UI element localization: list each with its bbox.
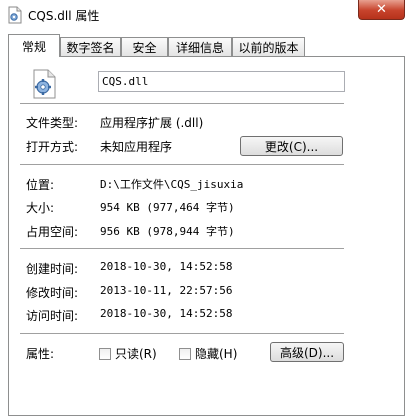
window-title: CQS.dll 属性 (28, 9, 100, 23)
dll-file-icon (8, 6, 22, 24)
separator (20, 164, 344, 166)
readonly-checkbox-box[interactable] (99, 347, 111, 360)
size-label: 大小: (26, 201, 55, 215)
open-with-value: 未知应用程序 (100, 140, 173, 154)
file-type-value: 应用程序扩展 (.dll) (100, 116, 204, 130)
file-name-input[interactable] (98, 71, 345, 92)
hidden-checkbox[interactable]: 隐藏(H) (179, 345, 237, 362)
created-value: 2018-10-30, 14:52:58 (100, 260, 233, 273)
size-on-disk-label: 占用空间: (26, 225, 79, 239)
hidden-label: 隐藏(H) (195, 347, 238, 361)
created-label: 创建时间: (26, 262, 79, 276)
attributes-label: 属性: (26, 347, 55, 361)
title-bar[interactable]: CQS.dll 属性 ✕ (0, 0, 413, 30)
tab-details[interactable]: 详细信息 (168, 37, 232, 56)
hidden-checkbox-box[interactable] (179, 347, 191, 360)
accessed-value: 2018-10-30, 14:52:58 (100, 307, 233, 320)
tab-security[interactable]: 安全 (121, 37, 168, 56)
size-on-disk-value: 956 KB (978,944 字节) (100, 225, 235, 238)
tab-digital-signature[interactable]: 数字签名 (60, 37, 121, 56)
modified-label: 修改时间: (26, 286, 79, 300)
change-button[interactable]: 更改(C)... (240, 136, 343, 156)
location-label: 位置: (26, 178, 55, 192)
close-button[interactable]: ✕ (358, 0, 405, 20)
properties-window: CQS.dll 属性 ✕ 常规 数字签名 安全 详细信息 以前的版本 文件类型:… (0, 0, 413, 419)
accessed-label: 访问时间: (26, 309, 79, 323)
file-type-label: 文件类型: (26, 116, 79, 130)
separator (20, 248, 344, 250)
separator (20, 333, 344, 335)
tab-strip: 常规 数字签名 安全 详细信息 以前的版本 (8, 34, 405, 58)
size-value: 954 KB (977,464 字节) (100, 201, 235, 214)
close-icon: ✕ (376, 2, 387, 17)
location-value: D:\工作文件\CQS_jisuxia (100, 178, 244, 191)
open-with-label: 打开方式: (26, 140, 79, 154)
file-type-icon (33, 69, 56, 99)
readonly-checkbox[interactable]: 只读(R) (99, 345, 157, 362)
separator (20, 103, 344, 105)
tab-general[interactable]: 常规 (8, 34, 60, 57)
readonly-label: 只读(R) (115, 347, 157, 361)
advanced-button[interactable]: 高级(D)... (270, 342, 344, 362)
tab-previous-versions[interactable]: 以前的版本 (232, 37, 305, 56)
modified-value: 2013-10-11, 22:57:56 (100, 284, 233, 297)
